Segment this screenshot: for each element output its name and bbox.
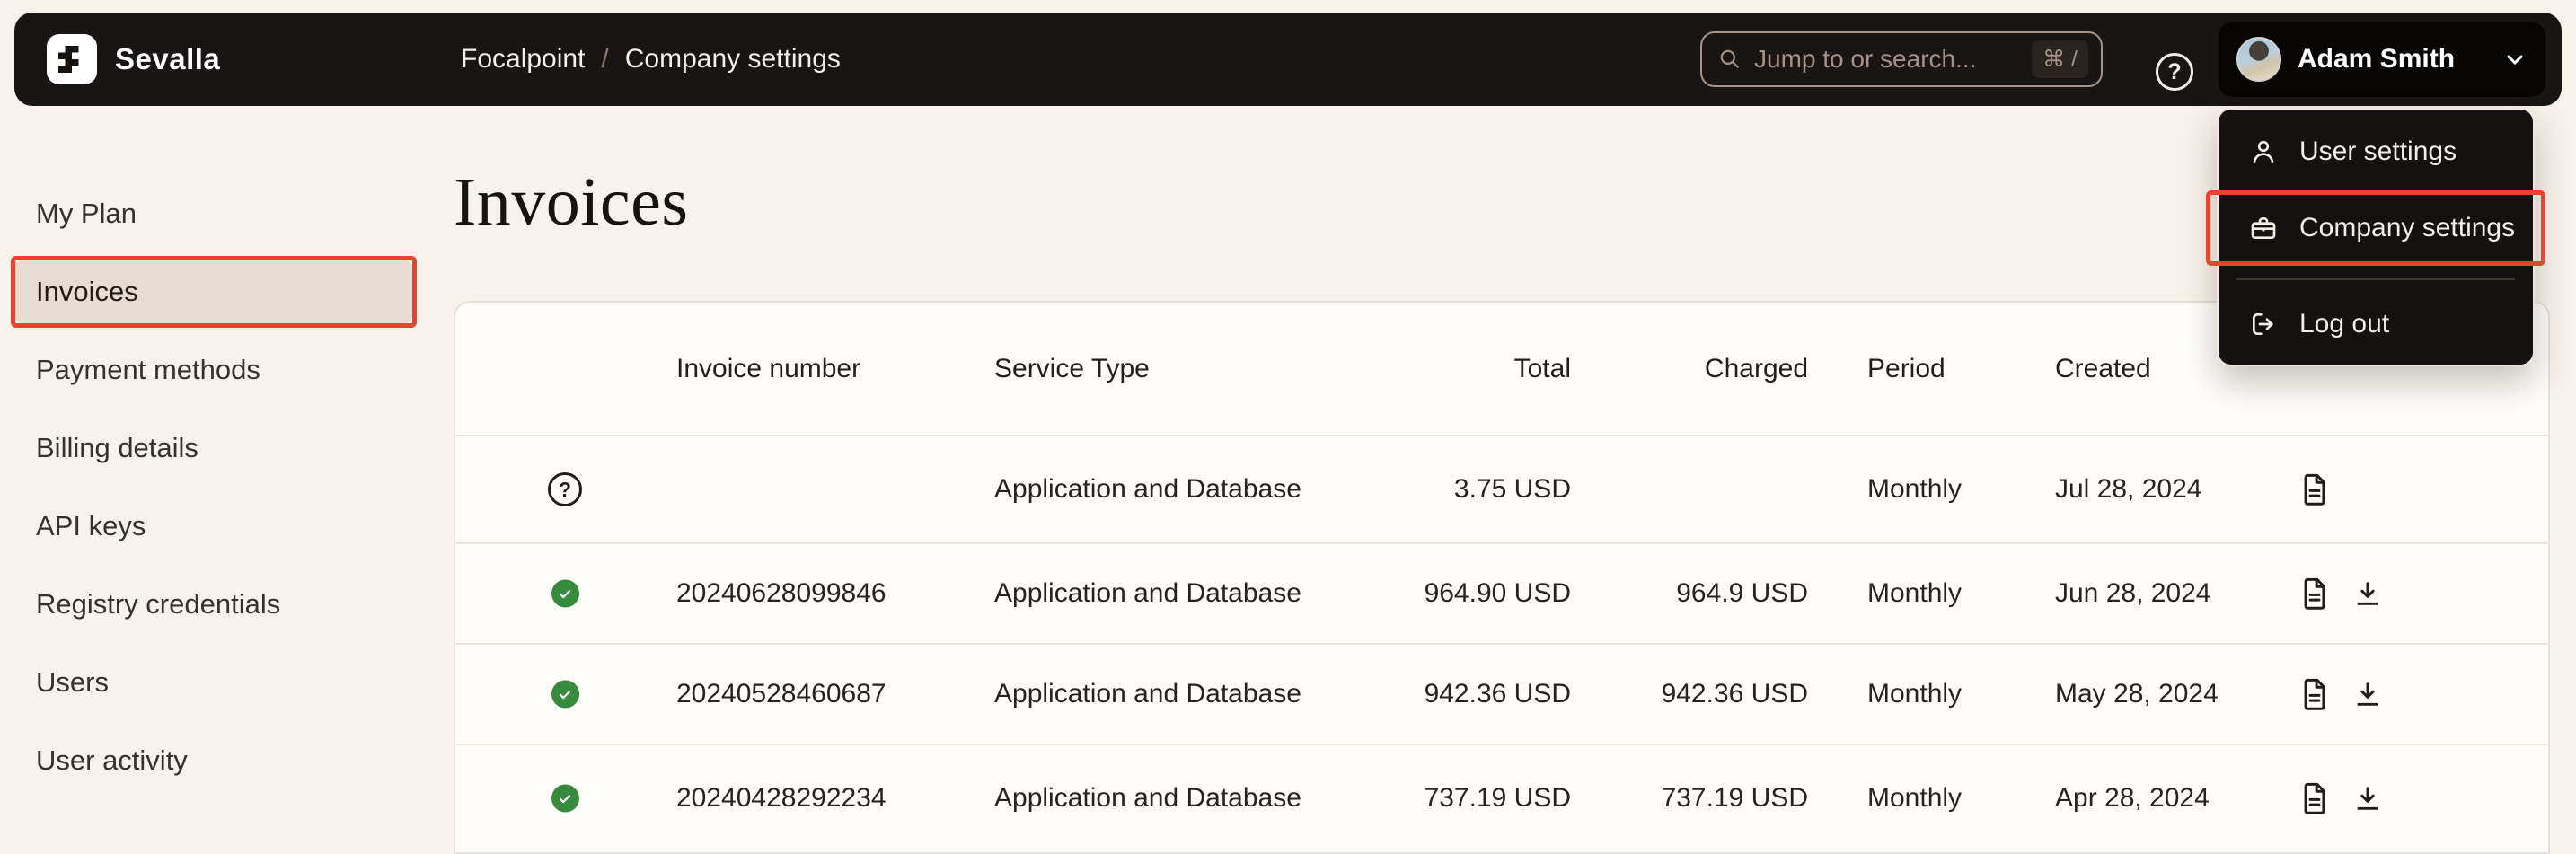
cell-service-type: Application and Database [994,783,1301,814]
logout-icon [2249,310,2278,339]
menu-item-label: User settings [2299,136,2457,167]
col-header-created: Created [2055,354,2151,384]
table-row: 20240428292234 Application and Database … [455,745,2548,851]
cell-charged: 737.19 USD [1610,783,1808,814]
topbar: Sevalla Focalpoint / Company settings Ju… [14,13,2562,106]
breadcrumb: Focalpoint / Company settings [461,13,841,106]
table-row: 20240628099846 Application and Database … [455,544,2548,645]
col-header-invoice-number: Invoice number [676,354,860,384]
cell-total: 3.75 USD [1373,474,1571,505]
invoices-card: Invoice number Service Type Total Charge… [454,301,2550,854]
help-icon[interactable]: ? [2156,53,2193,91]
search-icon [1718,48,1742,71]
sidebar-item-api-keys[interactable]: API keys [15,495,412,558]
page-title: Invoices [454,163,688,242]
cell-period: Monthly [1867,578,1962,609]
cell-invoice-number: 20240628099846 [676,578,887,609]
cell-invoice-number: 20240528460687 [676,679,887,709]
cell-service-type: Application and Database [994,578,1301,609]
sidebar-item-payment-methods[interactable]: Payment methods [15,339,412,401]
menu-divider [2236,278,2515,280]
sidebar-item-user-activity[interactable]: User activity [15,729,412,792]
cell-total: 942.36 USD [1373,679,1571,709]
cell-total: 964.90 USD [1373,578,1571,609]
cell-charged: 942.36 USD [1610,679,1808,709]
cell-service-type: Application and Database [994,679,1301,709]
sidebar-item-invoices[interactable]: Invoices [15,260,412,323]
col-header-total: Total [1373,354,1571,384]
menu-item-label: Log out [2299,309,2389,339]
cell-created: May 28, 2024 [2055,679,2219,709]
chevron-down-icon [2502,47,2527,72]
sevalla-logo-icon[interactable] [47,34,97,84]
table-row: ? Application and Database 3.75 USD Mont… [455,436,2548,544]
search-placeholder: Jump to or search... [1754,45,1976,74]
briefcase-icon [2249,214,2278,242]
cell-charged: 964.9 USD [1610,578,1808,609]
avatar [2236,37,2281,82]
pending-status-icon[interactable]: ? [545,472,585,506]
sidebar-item-my-plan[interactable]: My Plan [15,182,412,245]
menu-item-log-out[interactable]: Log out [2219,293,2533,356]
search-shortcut-badge: ⌘ / [2032,40,2088,78]
cell-total: 737.19 USD [1373,783,1571,814]
user-icon [2249,137,2278,166]
brand-name: Sevalla [115,13,220,106]
menu-item-label: Company settings [2299,213,2515,243]
cell-period: Monthly [1867,679,1962,709]
paid-status-icon [545,785,585,813]
paid-status-icon [545,681,585,709]
cell-period: Monthly [1867,474,1962,505]
paid-status-icon [545,580,585,608]
sevalla-logo-glyph [58,46,85,73]
download-invoice-icon[interactable] [2353,784,2382,813]
invoice-pdf-icon[interactable] [2299,677,2330,711]
download-invoice-icon[interactable] [2353,680,2382,709]
col-header-charged: Charged [1610,354,1808,384]
user-dropdown-menu: User settings Company settings Log out [2217,108,2535,366]
col-header-service-type: Service Type [994,354,1150,384]
cell-period: Monthly [1867,783,1962,814]
cell-created: Jun 28, 2024 [2055,578,2210,609]
cell-created: Jul 28, 2024 [2055,474,2201,505]
invoice-pdf-icon[interactable] [2299,781,2330,815]
settings-sidebar: My Plan Invoices Payment methods Billing… [15,182,412,807]
cell-created: Apr 28, 2024 [2055,783,2210,814]
sidebar-item-users[interactable]: Users [15,651,412,714]
menu-item-user-settings[interactable]: User settings [2219,120,2533,183]
col-header-period: Period [1867,354,1945,384]
sidebar-item-registry-credentials[interactable]: Registry credentials [15,573,412,636]
invoice-pdf-icon[interactable] [2299,472,2330,506]
search-input[interactable]: Jump to or search... ⌘ / [1700,31,2103,87]
user-name: Adam Smith [2298,44,2455,75]
breadcrumb-page: Company settings [625,44,841,75]
cell-invoice-number: 20240428292234 [676,783,887,814]
menu-item-company-settings[interactable]: Company settings [2219,194,2533,262]
breadcrumb-project[interactable]: Focalpoint [461,44,585,75]
breadcrumb-separator: / [601,44,608,75]
user-menu-button[interactable]: Adam Smith [2219,22,2545,97]
cell-service-type: Application and Database [994,474,1301,505]
table-row: 20240528460687 Application and Database … [455,645,2548,745]
download-invoice-icon[interactable] [2353,579,2382,608]
sidebar-item-billing-details[interactable]: Billing details [15,417,412,480]
invoice-pdf-icon[interactable] [2299,577,2330,611]
